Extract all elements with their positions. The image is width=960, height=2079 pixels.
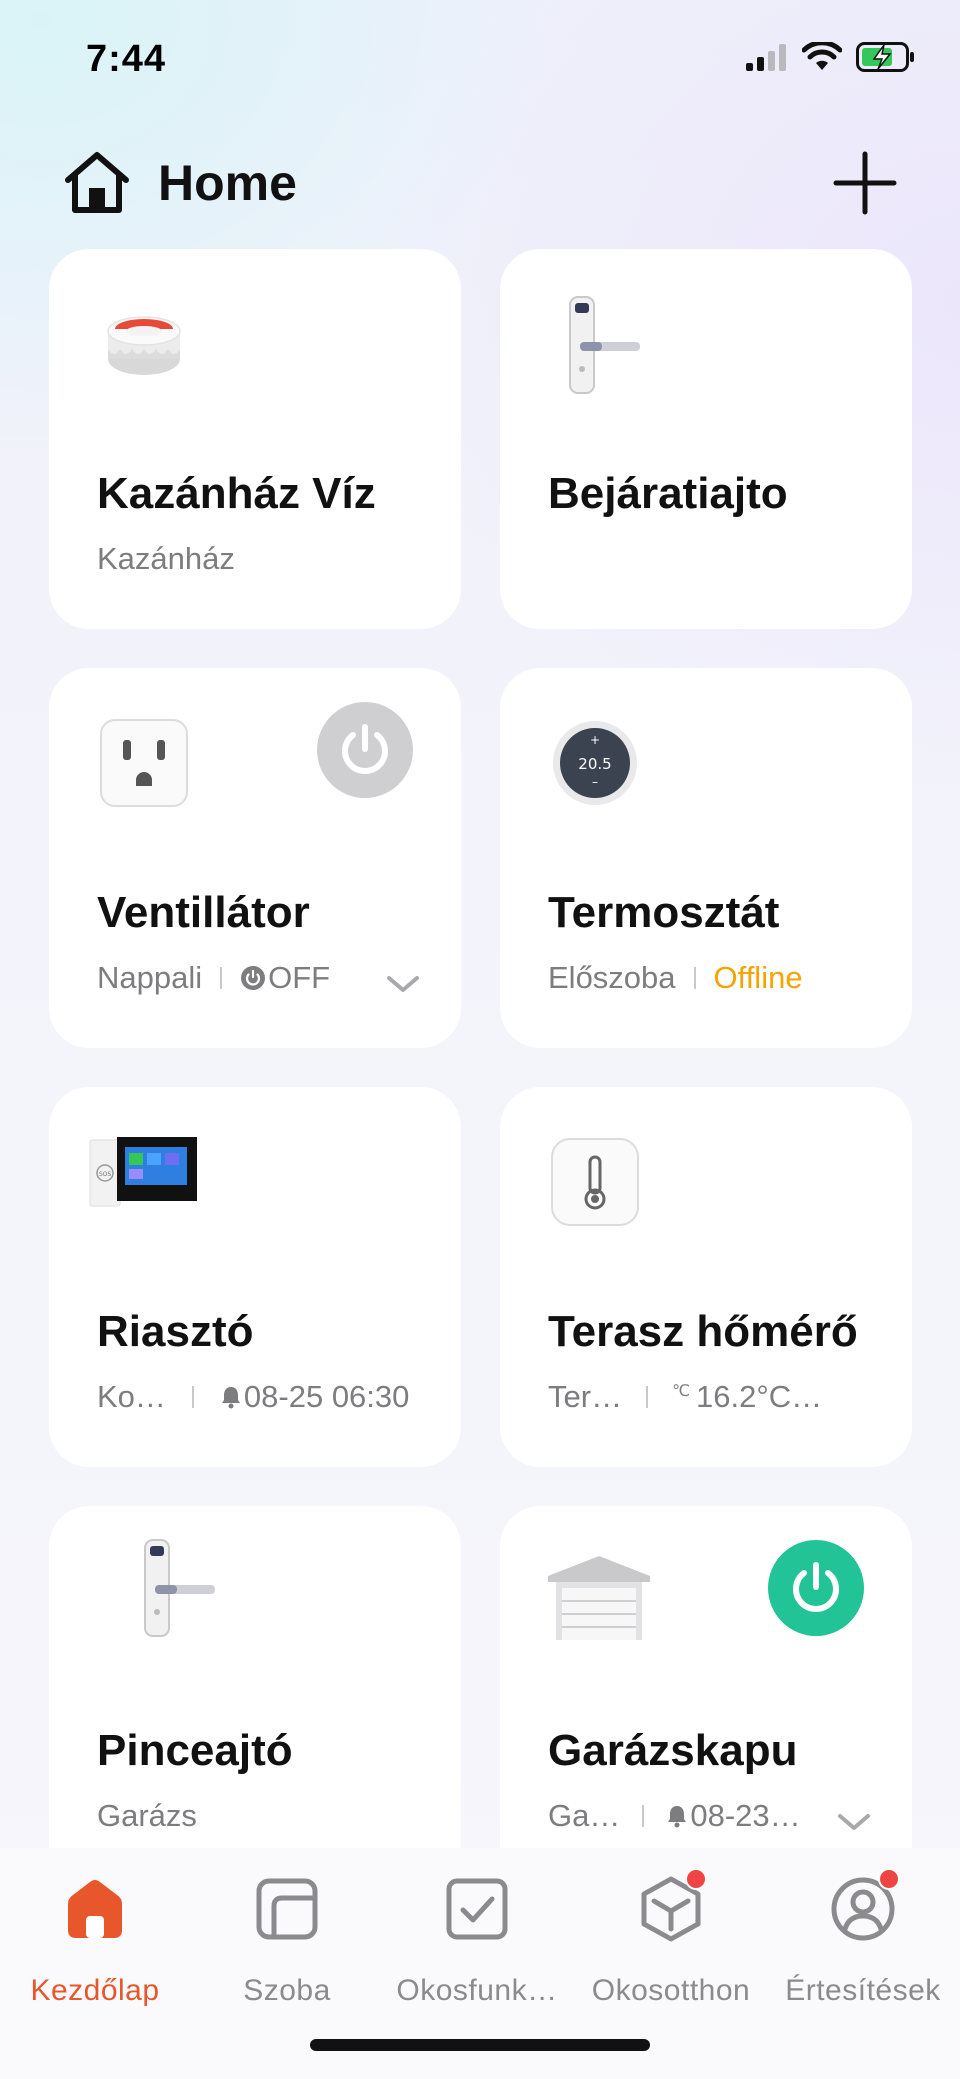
device-room: Garázs [97, 1798, 197, 1833]
power-state-icon [241, 966, 266, 990]
device-subtitle: Ko… 08-25 06:30 [97, 1379, 409, 1415]
device-card-termosztat[interactable]: + – 20.5 Termosztát Előszoba Offline [500, 668, 912, 1048]
page-title: Home [158, 155, 297, 211]
home-icon[interactable] [62, 150, 132, 216]
thermostat-display: 20.5 [578, 755, 611, 773]
door-lock-icon [144, 1539, 215, 1637]
device-state: 08-25 06:30 [243, 1379, 410, 1414]
device-card-pinceajto[interactable]: Pinceajtó Garázs [49, 1506, 461, 1886]
device-subtitle: Ter… ℃ 16.2°C… [548, 1379, 822, 1415]
power-toggle-button[interactable] [768, 1540, 864, 1636]
device-name: Riasztó [97, 1307, 254, 1356]
divider [191, 1386, 194, 1408]
battery-charging-icon [856, 42, 914, 72]
tab-label: Okosfunk… [396, 1974, 558, 2007]
notification-badge [878, 1868, 900, 1890]
smart-scene-icon [446, 1878, 508, 1940]
power-icon [342, 724, 388, 774]
tab-label: Kezdőlap [30, 1974, 160, 2007]
device-subtitle: Nappali OFF [97, 960, 330, 996]
bell-icon [221, 1387, 240, 1409]
chevron-down-icon[interactable] [385, 972, 421, 996]
device-room: Előszoba [548, 960, 676, 995]
device-name: Kazánház Víz [97, 469, 376, 518]
device-name: Garázskapu [548, 1726, 798, 1775]
notification-badge [685, 1868, 707, 1890]
tab-smart-scene[interactable]: Okosfunk… [382, 1868, 572, 2008]
device-card-garazskapu[interactable]: Garázskapu Ga… 08-23… [500, 1506, 912, 1886]
device-name: Termosztát [548, 888, 780, 937]
sos-label: SOS [99, 1171, 112, 1178]
tab-notifications[interactable]: Értesítések [768, 1868, 958, 2008]
status-icons [746, 42, 916, 72]
bell-icon [668, 1806, 687, 1828]
divider [693, 967, 696, 989]
alarm-panel-icon: SOS [89, 1137, 197, 1207]
tab-smart-home[interactable]: Okosotthon [576, 1868, 766, 2008]
device-card-kazanhaz-viz[interactable]: Kazánház Víz Kazánház [49, 249, 461, 629]
device-card-riaszto[interactable]: SOS Riasztó Ko… 08-25 06:30 [49, 1087, 461, 1467]
device-subtitle: Előszoba Offline [548, 960, 803, 996]
door-lock-icon [569, 296, 640, 394]
thermostat-icon: + – 20.5 [553, 721, 637, 805]
device-name: Terasz hőmérő [548, 1307, 858, 1356]
device-card-ventillator[interactable]: Ventillátor Nappali OFF [49, 668, 461, 1048]
device-room: Nappali [97, 960, 203, 995]
signal-icon [746, 44, 786, 71]
home-tab-icon [68, 1880, 122, 1938]
temperature-unit-icon: ℃ [672, 1383, 691, 1400]
smart-plug-icon [100, 719, 188, 807]
device-room: Ko… [97, 1379, 166, 1414]
tab-label: Szoba [243, 1974, 331, 2007]
tab-label: Okosotthon [591, 1974, 751, 2007]
device-name: Bejáratiajto [548, 469, 788, 518]
divider [642, 1805, 645, 1827]
device-subtitle: Garázs [97, 1798, 197, 1834]
divider [646, 1386, 649, 1408]
device-state: 08-23… [690, 1798, 801, 1833]
svg-text:–: – [592, 775, 598, 789]
device-room: Ter… [548, 1379, 623, 1414]
svg-text:+: + [590, 733, 600, 747]
add-device-icon[interactable] [832, 150, 898, 216]
device-name: Ventillátor [97, 888, 310, 937]
tab-label: Értesítések [785, 1974, 941, 2007]
wifi-icon [802, 42, 842, 70]
chevron-down-icon[interactable] [836, 1810, 872, 1834]
power-icon [793, 1562, 839, 1612]
water-sensor-icon [107, 316, 181, 375]
power-toggle-button[interactable] [317, 702, 413, 798]
thermometer-icon [551, 1138, 639, 1226]
device-state: 16.2°C… [696, 1379, 823, 1414]
garage-door-icon [548, 1556, 650, 1640]
room-icon [256, 1878, 318, 1940]
status-time: 7:44 [86, 38, 167, 80]
device-card-bejaratiajto[interactable]: Bejáratiajto [500, 249, 912, 629]
tab-room[interactable]: Szoba [192, 1868, 382, 2008]
header: Home [0, 140, 960, 230]
status-badge: Offline [713, 960, 803, 995]
status-bar: 7:44 [0, 0, 960, 120]
device-card-terasz-homero[interactable]: Terasz hőmérő Ter… ℃ 16.2°C… [500, 1087, 912, 1467]
tab-home[interactable]: Kezdőlap [0, 1868, 190, 2008]
device-room: Kazánház [97, 541, 235, 576]
device-subtitle: Ga… 08-23… [548, 1798, 801, 1834]
device-subtitle: Kazánház [97, 541, 235, 577]
home-indicator [310, 2039, 650, 2051]
device-room: Ga… [548, 1798, 621, 1833]
device-name: Pinceajtó [97, 1726, 293, 1775]
device-state: OFF [268, 960, 331, 995]
divider [220, 967, 223, 989]
